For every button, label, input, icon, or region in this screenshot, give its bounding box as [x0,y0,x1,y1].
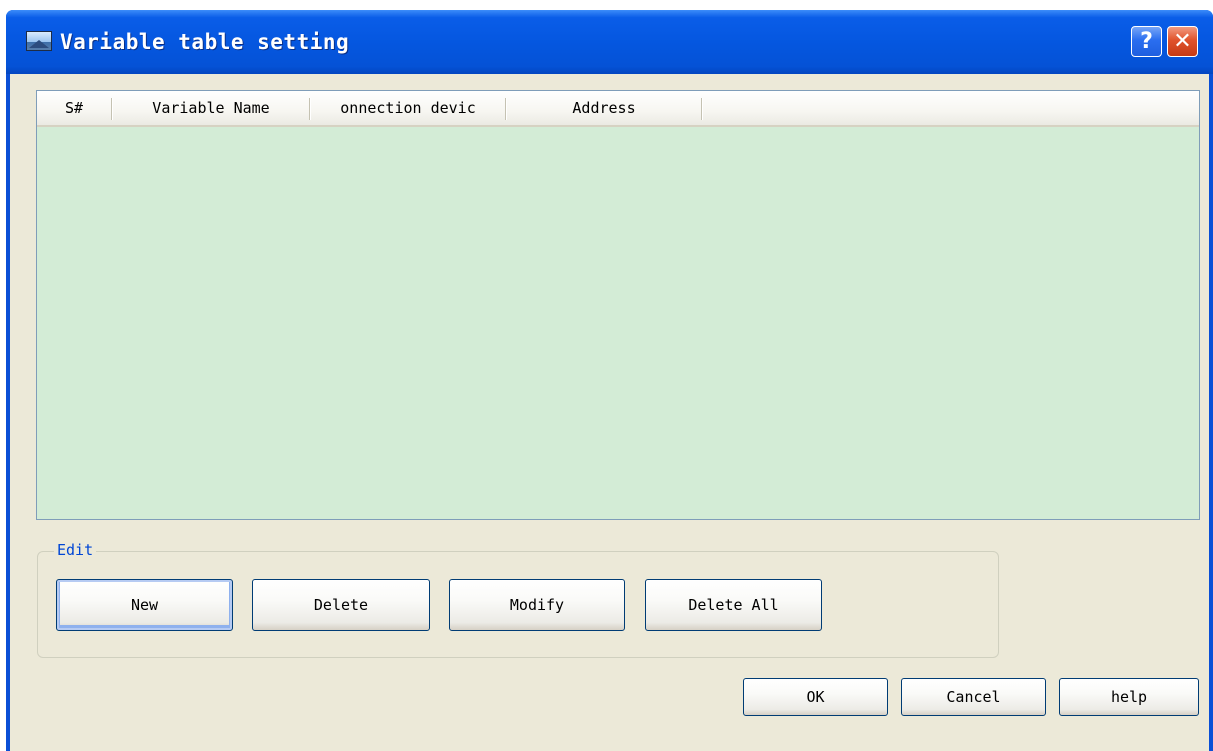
ok-button[interactable]: OK [743,678,888,716]
column-header-address[interactable]: Address [507,91,701,125]
dialog-client-area: S# Variable Name onnection devic Address… [10,74,1209,751]
new-button[interactable]: New [56,579,233,631]
help-button[interactable]: help [1059,678,1199,716]
column-header-serial[interactable]: S# [37,91,111,125]
list-header: S# Variable Name onnection devic Address [37,91,1199,127]
column-header-variable-name[interactable]: Variable Name [113,91,309,125]
delete-button[interactable]: Delete [252,579,430,631]
title-bar[interactable]: Variable table setting ? ✕ [6,10,1213,74]
window-title: Variable table setting [60,30,350,54]
column-header-connection-device[interactable]: onnection devic [311,91,505,125]
close-x-icon[interactable]: ✕ [1167,26,1198,57]
edit-group-label: Edit [54,541,97,559]
help-question-icon[interactable]: ? [1131,26,1162,57]
variable-list[interactable]: S# Variable Name onnection devic Address [36,90,1200,520]
dialog-window: Variable table setting ? ✕ S# Variable N… [6,10,1213,751]
cancel-button[interactable]: Cancel [901,678,1046,716]
window-picture-icon [26,31,52,51]
modify-button[interactable]: Modify [449,579,625,631]
delete-all-button[interactable]: Delete All [645,579,822,631]
mountain-shape [29,40,49,48]
column-separator[interactable] [701,98,703,120]
list-body[interactable] [37,127,1199,519]
